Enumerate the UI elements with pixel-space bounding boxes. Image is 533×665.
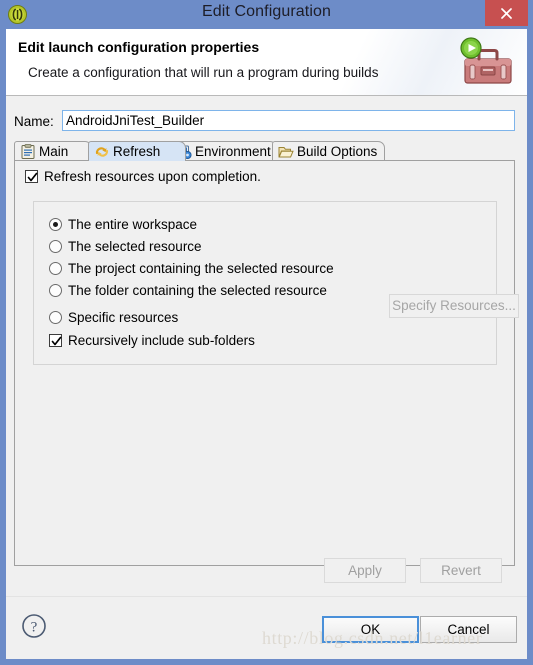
apply-button: Apply [324,558,406,583]
open-folder-icon [278,144,294,160]
dialog-header: Edit launch configuration properties Cre… [6,29,527,96]
close-button[interactable] [485,0,528,26]
radio-entire-workspace-label: The entire workspace [68,217,198,232]
tab-environment-label: Environment [195,144,271,159]
specify-resources-button: Specify Resources... [389,294,519,318]
footer-divider [6,596,527,597]
radio-circle-selected [49,218,62,231]
radio-circle [49,240,62,253]
radio-folder-containing-label: The folder containing the selected resou… [68,283,327,298]
window-title: Edit Configuration [202,3,331,20]
radio-circle [49,284,62,297]
help-question-icon[interactable]: ? [21,613,47,639]
tab-refresh[interactable]: Refresh [88,141,186,161]
refresh-on-completion-label: Refresh resources upon completion. [44,169,261,184]
tab-build-options[interactable]: Build Options [272,141,385,161]
revert-button: Revert [420,558,502,583]
radio-project-containing-label: The project containing the selected reso… [68,261,334,276]
checkbox-box-checked [49,334,62,347]
clipboard-icon [20,144,36,160]
tab-strip: Main Refresh Environment Build Options [14,141,515,161]
header-subtitle: Create a configuration that will run a p… [28,65,379,80]
cancel-button[interactable]: Cancel [420,616,517,643]
tab-main-label: Main [39,144,69,159]
tab-environment[interactable]: Environment [170,141,277,161]
refresh-scope-group: The entire workspace The selected resour… [33,201,519,365]
ok-button[interactable]: OK [322,616,419,643]
recursive-subfolders-label: Recursively include sub-folders [68,333,255,348]
radio-selected-resource-label: The selected resource [68,239,202,254]
header-title: Edit launch configuration properties [18,39,260,55]
toolbox-with-play-icon [457,35,515,90]
refresh-icon [94,144,110,160]
title-bar: Edit Configuration [0,0,533,30]
svg-text:?: ? [31,620,38,636]
edit-configuration-dialog: Edit Configuration Edit launch configura… [0,0,533,665]
name-label: Name: [14,114,54,129]
checkbox-box-checked [25,170,38,183]
tab-refresh-label: Refresh [113,144,161,159]
name-input[interactable] [62,110,515,131]
radio-specific-resources-label: Specific resources [68,310,179,325]
refresh-tab-panel: Refresh resources upon completion. The e… [14,160,519,566]
tab-build-options-label: Build Options [297,144,378,159]
radio-circle [49,311,62,324]
radio-circle [49,262,62,275]
tab-main[interactable]: Main [14,141,92,161]
